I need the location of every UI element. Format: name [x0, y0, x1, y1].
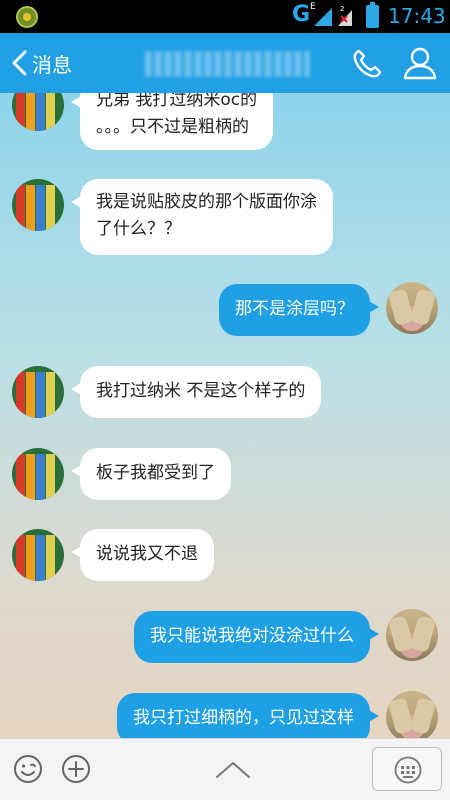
contact-avatar[interactable] [12, 93, 64, 131]
incoming-message-bubble[interactable]: 说说我又不退 [71, 529, 214, 581]
keyboard-icon [394, 756, 422, 784]
my-avatar[interactable] [386, 609, 438, 661]
chevron-left-icon [12, 50, 27, 76]
message-line: 我只打过细柄的，只见过这样 [133, 708, 354, 728]
back-button[interactable]: 消息 [10, 47, 72, 79]
incoming-message-bubble[interactable]: 我是说贴胶皮的那个版面你涂 了什么？？ [71, 179, 333, 255]
signal-no-service-icon: 2 [338, 5, 352, 26]
message-line: 。。。只不过是粗柄的 [96, 117, 249, 137]
battery-icon [366, 2, 379, 28]
contact-avatar[interactable] [12, 529, 64, 581]
contact-avatar[interactable] [12, 366, 64, 418]
outgoing-message-bubble[interactable]: 我只打过细柄的，只见过这样 [117, 693, 379, 738]
message-line: 我是说贴胶皮的那个版面你涂 [96, 192, 317, 212]
message-line: 兄弟 我打过纳米oc的 [96, 93, 258, 110]
contact-avatar[interactable] [12, 448, 64, 500]
incoming-message-bubble[interactable]: 板子我都受到了 [71, 448, 231, 500]
person-icon[interactable] [402, 45, 438, 81]
outgoing-message-bubble[interactable]: 那不是涂层吗？ [219, 284, 379, 336]
message-list[interactable]: 兄弟 我打过纳米oc的 。。。只不过是粗柄的 我是说贴胶皮的那个版面你涂 了什么… [0, 93, 450, 738]
status-bar: G E 2 17:43 [0, 0, 450, 33]
contact-avatar[interactable] [12, 179, 64, 231]
plus-circle-icon[interactable] [60, 753, 92, 785]
back-label: 消息 [32, 52, 72, 77]
phone-icon[interactable] [350, 47, 384, 81]
message-line: 了什么？？ [96, 219, 181, 239]
incoming-message-bubble[interactable]: 兄弟 我打过纳米oc的 。。。只不过是粗柄的 [70, 93, 274, 150]
incoming-message-bubble[interactable]: 我打过纳米 不是这个样子的 [70, 366, 322, 418]
my-avatar[interactable] [386, 282, 438, 334]
network-type: G [292, 2, 311, 27]
clock: 17:43 [388, 4, 446, 28]
chevron-up-icon[interactable] [214, 757, 252, 781]
signal-icon [314, 8, 332, 26]
notification-app-icon [16, 6, 38, 28]
keyboard-toggle-button[interactable] [372, 747, 442, 791]
my-avatar[interactable] [386, 691, 438, 738]
message-line: 我打过纳米 不是这个样子的 [96, 381, 306, 401]
emoji-icon[interactable] [12, 753, 44, 785]
message-line: 说说我又不退 [96, 544, 198, 564]
input-toolbar [0, 738, 450, 800]
outgoing-message-bubble[interactable]: 我只能说我绝对没涂过什么 [134, 611, 379, 663]
message-line: 我只能说我绝对没涂过什么 [150, 626, 354, 646]
chat-header: 消息 [0, 33, 450, 93]
message-line: 板子我都受到了 [96, 463, 215, 483]
contact-name [145, 51, 310, 77]
message-line: 那不是涂层吗？ [235, 299, 354, 319]
svg-text:2: 2 [340, 5, 344, 13]
